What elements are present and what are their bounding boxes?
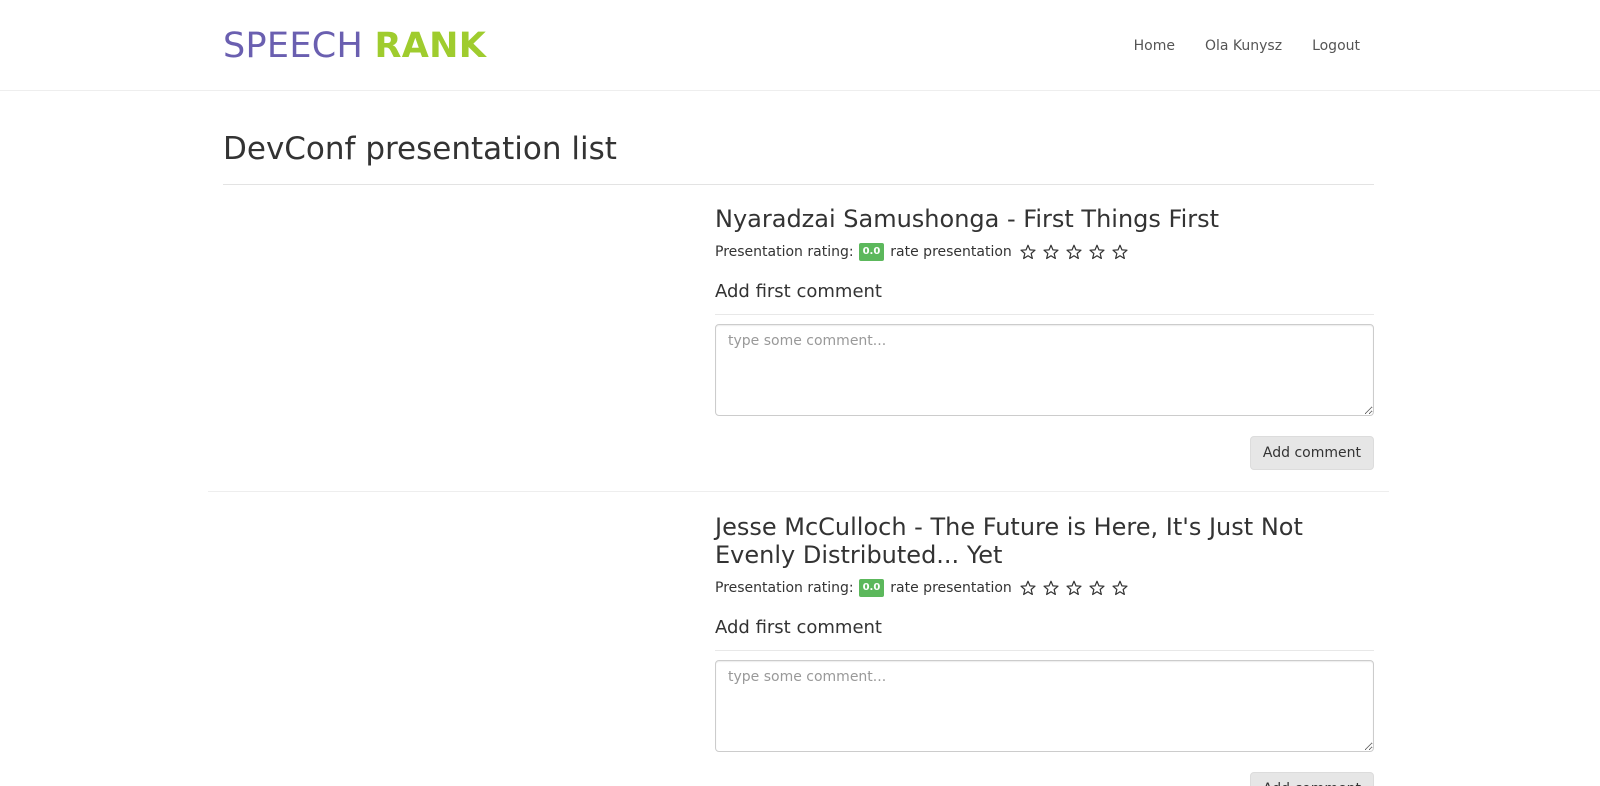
star-icon[interactable]: [1111, 243, 1129, 261]
item-divider: [208, 491, 1389, 492]
star-icon[interactable]: [1088, 243, 1106, 261]
star-rating: [1019, 243, 1129, 261]
star-icon[interactable]: [1111, 579, 1129, 597]
brand-word-rank: RANK: [374, 26, 487, 66]
rating-label: Presentation rating:: [715, 244, 854, 260]
star-icon[interactable]: [1042, 243, 1060, 261]
brand-logo[interactable]: SPEECH RANK: [223, 24, 486, 68]
presentation-title: Nyaradzai Samushonga - First Things Firs…: [715, 205, 1220, 233]
brand-word-speech: SPEECH: [223, 26, 364, 66]
button-row: Add comment: [715, 772, 1374, 786]
presentation-item: Nyaradzai Samushonga - First Things Firs…: [715, 205, 1374, 470]
rate-label: rate presentation: [890, 580, 1012, 596]
star-icon[interactable]: [1019, 243, 1037, 261]
star-icon[interactable]: [1065, 579, 1083, 597]
star-icon[interactable]: [1088, 579, 1106, 597]
comment-input[interactable]: [715, 660, 1374, 752]
comment-input[interactable]: [715, 324, 1374, 416]
rating-badge: 0.0: [858, 579, 885, 597]
comment-heading: Add first comment: [715, 281, 882, 302]
comment-divider: [715, 314, 1374, 315]
nav-logout-link[interactable]: Logout: [1312, 35, 1360, 57]
star-icon[interactable]: [1019, 579, 1037, 597]
presentation-title: Jesse McCulloch - The Future is Here, It…: [715, 513, 1303, 569]
rating-line: Presentation rating: 0.0 rate presentati…: [715, 242, 1374, 262]
nav-home-link[interactable]: Home: [1134, 35, 1175, 57]
rating-badge: 0.0: [858, 243, 885, 261]
add-comment-button[interactable]: Add comment: [1249, 772, 1374, 786]
comment-heading: Add first comment: [715, 617, 882, 638]
page-title: DevConf presentation list: [223, 131, 617, 167]
title-divider: [223, 184, 1374, 185]
button-row: Add comment: [715, 436, 1374, 470]
navbar: SPEECH RANK Home Ola Kunysz Logout: [0, 0, 1600, 91]
comment-divider: [715, 650, 1374, 651]
rating-line: Presentation rating: 0.0 rate presentati…: [715, 578, 1374, 598]
add-comment-button[interactable]: Add comment: [1249, 436, 1374, 470]
rating-label: Presentation rating:: [715, 580, 854, 596]
rate-label: rate presentation: [890, 244, 1012, 260]
star-icon[interactable]: [1065, 243, 1083, 261]
presentation-item: Jesse McCulloch - The Future is Here, It…: [715, 513, 1374, 786]
star-icon[interactable]: [1042, 579, 1060, 597]
nav-user-link[interactable]: Ola Kunysz: [1205, 35, 1282, 57]
star-rating: [1019, 579, 1129, 597]
nav-menu: Home Ola Kunysz Logout: [1134, 35, 1360, 57]
